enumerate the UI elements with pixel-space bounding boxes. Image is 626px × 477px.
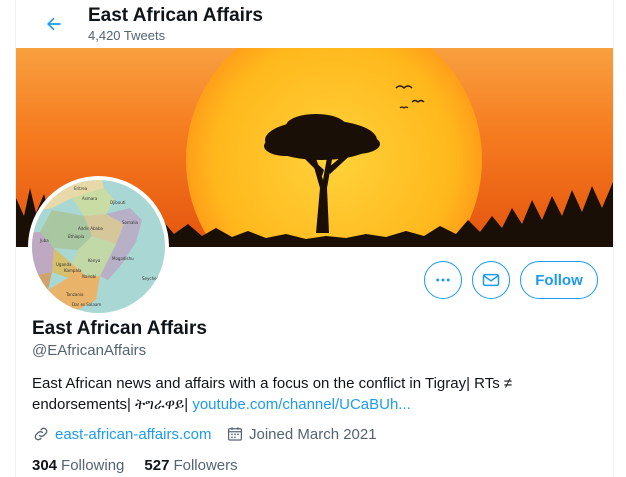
right-border: [613, 0, 614, 477]
link-icon: [34, 427, 48, 441]
map-label: Tanzania: [65, 292, 84, 297]
following-count: 304: [32, 457, 58, 474]
profile-avatar[interactable]: Eritrea Asmara Djibouti Somalia Addis Ab…: [28, 176, 169, 317]
ellipsis-icon: [436, 278, 450, 282]
map-label: Kenya: [88, 258, 101, 263]
arrow-left-icon: [47, 17, 61, 31]
map-label: Kampala: [64, 268, 82, 273]
followers-label: Followers: [173, 457, 238, 474]
map-label: Eritrea: [74, 186, 88, 191]
joined-date: Joined March 2021: [249, 425, 377, 443]
follow-button[interactable]: Follow: [520, 261, 598, 299]
map-label: Asmara: [82, 196, 98, 201]
east-africa-map-image: Eritrea Asmara Djibouti Somalia Addis Ab…: [32, 180, 165, 313]
map-label: Mogadishu: [112, 256, 134, 261]
message-button[interactable]: [472, 261, 510, 299]
profile-name: East African Affairs: [32, 318, 207, 339]
map-label: Dar es Salaam: [72, 302, 101, 307]
following-stat[interactable]: 304 Following: [32, 457, 124, 474]
following-label: Following: [61, 457, 125, 474]
profile-bio: East African news and affairs with a foc…: [32, 373, 592, 415]
joined-item: Joined March 2021: [226, 424, 377, 444]
map-label: Djibouti: [110, 200, 126, 205]
website-item: east-african-affairs.com: [32, 424, 211, 444]
map-label: Uganda: [56, 262, 72, 267]
header-title: East African Affairs: [88, 5, 263, 26]
map-label: Juba: [39, 238, 49, 243]
more-options-button[interactable]: [424, 261, 462, 299]
calendar-icon: [228, 427, 242, 441]
followers-stat[interactable]: 527 Followers: [144, 457, 237, 474]
profile-handle: @EAfricanAffairs: [32, 342, 147, 359]
envelope-icon: [482, 273, 500, 287]
map-label: Ethiopia: [68, 234, 85, 239]
map-label: Nairobi: [82, 274, 96, 279]
map-label: Addis Ababa: [78, 226, 103, 231]
profile-header-bar: East African Affairs 4,420 Tweets: [16, 0, 613, 48]
website-link[interactable]: east-african-affairs.com: [55, 426, 211, 443]
map-label: Somalia: [122, 220, 139, 225]
back-button[interactable]: [36, 6, 72, 42]
map-label: Seychel: [142, 276, 158, 281]
followers-count: 527: [144, 457, 170, 474]
follow-stats: 304 Following 527 Followers: [32, 457, 238, 474]
tweet-count: 4,420 Tweets: [88, 28, 166, 43]
bio-youtube-link[interactable]: youtube.com/channel/UCaBUh...: [192, 396, 410, 413]
